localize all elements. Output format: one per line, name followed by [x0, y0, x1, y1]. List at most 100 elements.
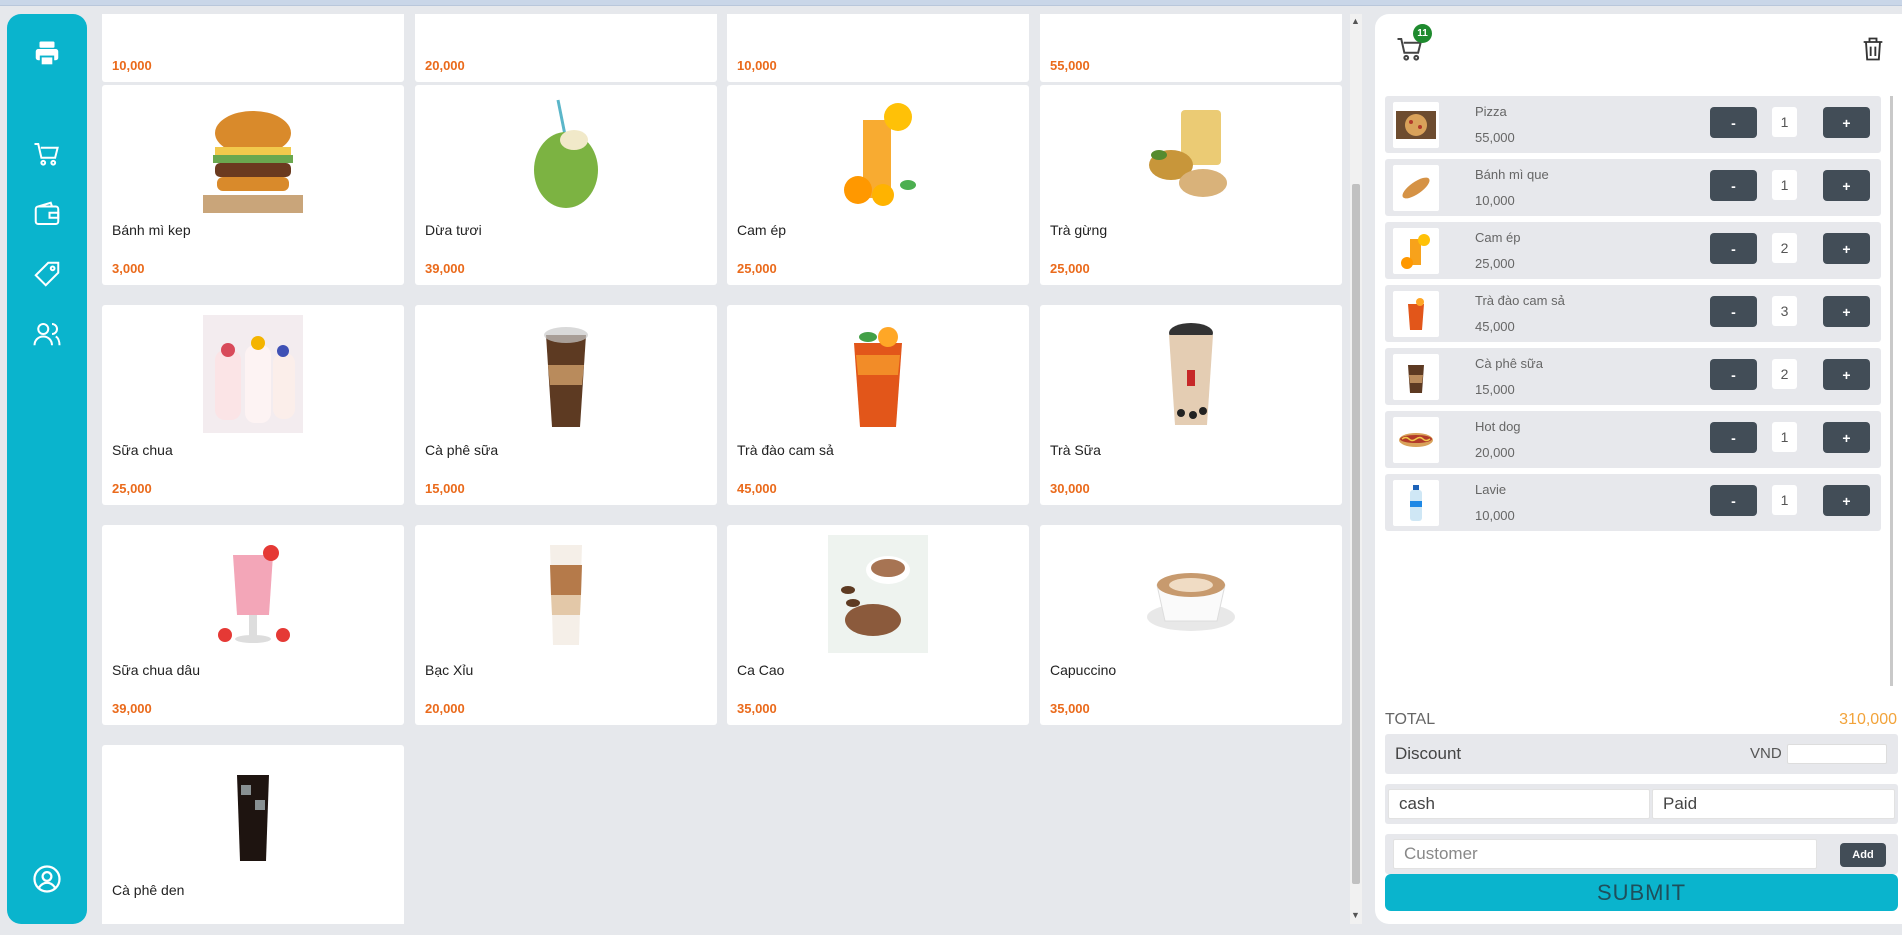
product-price: 30,000 [1050, 481, 1090, 496]
qty-value[interactable]: 1 [1772, 422, 1797, 452]
browser-top-edge [0, 0, 1902, 6]
decrease-qty-button[interactable]: - [1710, 107, 1757, 138]
orange-juice-image [828, 95, 928, 213]
product-name: Trà gừng [1050, 222, 1108, 238]
product-price: 39,000 [112, 701, 152, 716]
increase-qty-button[interactable]: + [1823, 107, 1870, 138]
product-card[interactable]: 10,000 [102, 14, 404, 82]
product-price: 10,000 [112, 58, 152, 73]
total-value: 310,000 [1839, 711, 1897, 728]
cart-list-scrollbar[interactable] [1887, 96, 1897, 696]
cart-item-price: 45,000 [1475, 319, 1515, 334]
decrease-qty-button[interactable]: - [1710, 296, 1757, 327]
product-price: 39,000 [425, 261, 465, 276]
decrease-qty-button[interactable]: - [1710, 422, 1757, 453]
payment-row: cash Paid [1385, 784, 1898, 824]
cocoa-image [828, 535, 928, 653]
product-card[interactable]: Sữa chua 25,000 [102, 305, 404, 505]
product-grid-scrollbar[interactable]: ▲ ▼ [1350, 14, 1362, 924]
milk-coffee-image [516, 315, 616, 433]
increase-qty-button[interactable]: + [1823, 359, 1870, 390]
discount-row: Discount VND [1385, 734, 1898, 774]
product-price: 25,000 [1050, 261, 1090, 276]
printer-icon[interactable] [7, 34, 87, 74]
scroll-down-arrow-icon[interactable]: ▼ [1351, 910, 1360, 920]
cappuccino-image [1141, 535, 1241, 653]
cart-item-name: Lavie [1475, 482, 1507, 497]
users-icon[interactable] [7, 314, 87, 354]
qty-value[interactable]: 1 [1772, 107, 1797, 137]
product-card[interactable]: Cà phê sữa 15,000 [415, 305, 717, 505]
product-name: Trà Sữa [1050, 442, 1101, 458]
tag-icon[interactable] [7, 254, 87, 294]
ginger-tea-image [1141, 95, 1241, 213]
payment-status-select[interactable]: Paid [1652, 789, 1895, 819]
discount-input[interactable] [1787, 744, 1887, 764]
cart-count-badge: 11 [1413, 24, 1432, 43]
product-card[interactable]: Cà phê den [102, 745, 404, 924]
increase-qty-button[interactable]: + [1823, 485, 1870, 516]
customer-input[interactable]: Customer [1393, 839, 1817, 869]
cart-item-price: 25,000 [1475, 256, 1515, 271]
cart-item-name: Cam ép [1475, 230, 1521, 245]
cart-item-name: Cà phê sữa [1475, 356, 1543, 371]
cart-item-name: Hot dog [1475, 419, 1521, 434]
discount-label: Discount [1395, 744, 1462, 763]
product-card[interactable]: 10,000 [727, 14, 1029, 82]
product-name: Trà đào cam sả [737, 442, 834, 458]
product-card[interactable]: Sữa chua dâu 39,000 [102, 525, 404, 725]
cart-item: Hot dog 20,000 - 1 + [1385, 411, 1881, 468]
cart-icon[interactable] [7, 134, 87, 174]
qty-value[interactable]: 1 [1772, 485, 1797, 515]
strawberry-yogurt-image [203, 535, 303, 653]
qty-value[interactable]: 1 [1772, 170, 1797, 200]
product-card[interactable]: 55,000 [1040, 14, 1342, 82]
peach-tea-image [828, 315, 928, 433]
qty-value[interactable]: 2 [1772, 359, 1797, 389]
product-price: 35,000 [1050, 701, 1090, 716]
milk-coffee-thumbnail [1393, 354, 1439, 400]
product-card[interactable]: Bánh mì kep 3,000 [102, 85, 404, 285]
burger-image [203, 95, 303, 213]
increase-qty-button[interactable]: + [1823, 233, 1870, 264]
product-card[interactable]: Capuccino 35,000 [1040, 525, 1342, 725]
user-circle-icon[interactable] [7, 859, 87, 899]
product-card[interactable]: Dừa tươi 39,000 [415, 85, 717, 285]
increase-qty-button[interactable]: + [1823, 422, 1870, 453]
hot-dog-thumbnail [1393, 417, 1439, 463]
product-name: Dừa tươi [425, 222, 482, 238]
product-card[interactable]: 20,000 [415, 14, 717, 82]
total-label: TOTAL [1385, 711, 1436, 728]
add-customer-button[interactable]: Add [1840, 843, 1886, 867]
trash-icon[interactable] [1859, 34, 1887, 64]
scrollbar-thumb[interactable] [1352, 184, 1360, 884]
product-card[interactable]: Ca Cao 35,000 [727, 525, 1029, 725]
product-grid: 10,000 20,000 10,000 55,000 Bánh mì kep … [95, 14, 1350, 924]
product-card[interactable]: Bạc Xỉu 20,000 [415, 525, 717, 725]
payment-method-select[interactable]: cash [1388, 789, 1650, 819]
increase-qty-button[interactable]: + [1823, 170, 1870, 201]
product-card[interactable]: Trà đào cam sả 45,000 [727, 305, 1029, 505]
product-card[interactable]: Trà Sữa 30,000 [1040, 305, 1342, 505]
pizza-thumbnail [1393, 102, 1439, 148]
product-price: 20,000 [425, 701, 465, 716]
increase-qty-button[interactable]: + [1823, 296, 1870, 327]
sidebar [7, 14, 87, 924]
product-price: 35,000 [737, 701, 777, 716]
product-name: Sữa chua [112, 442, 173, 458]
decrease-qty-button[interactable]: - [1710, 359, 1757, 390]
product-card[interactable]: Trà gừng 25,000 [1040, 85, 1342, 285]
decrease-qty-button[interactable]: - [1710, 485, 1757, 516]
product-name: Bánh mì kep [112, 222, 191, 238]
cart-item: Cam ép 25,000 - 2 + [1385, 222, 1881, 279]
decrease-qty-button[interactable]: - [1710, 233, 1757, 264]
product-price: 25,000 [737, 261, 777, 276]
product-name: Cà phê sữa [425, 442, 499, 458]
submit-button[interactable]: SUBMIT [1385, 874, 1898, 911]
wallet-icon[interactable] [7, 194, 87, 234]
qty-value[interactable]: 2 [1772, 233, 1797, 263]
qty-value[interactable]: 3 [1772, 296, 1797, 326]
scroll-up-arrow-icon[interactable]: ▲ [1351, 16, 1360, 26]
decrease-qty-button[interactable]: - [1710, 170, 1757, 201]
product-card[interactable]: Cam ép 25,000 [727, 85, 1029, 285]
